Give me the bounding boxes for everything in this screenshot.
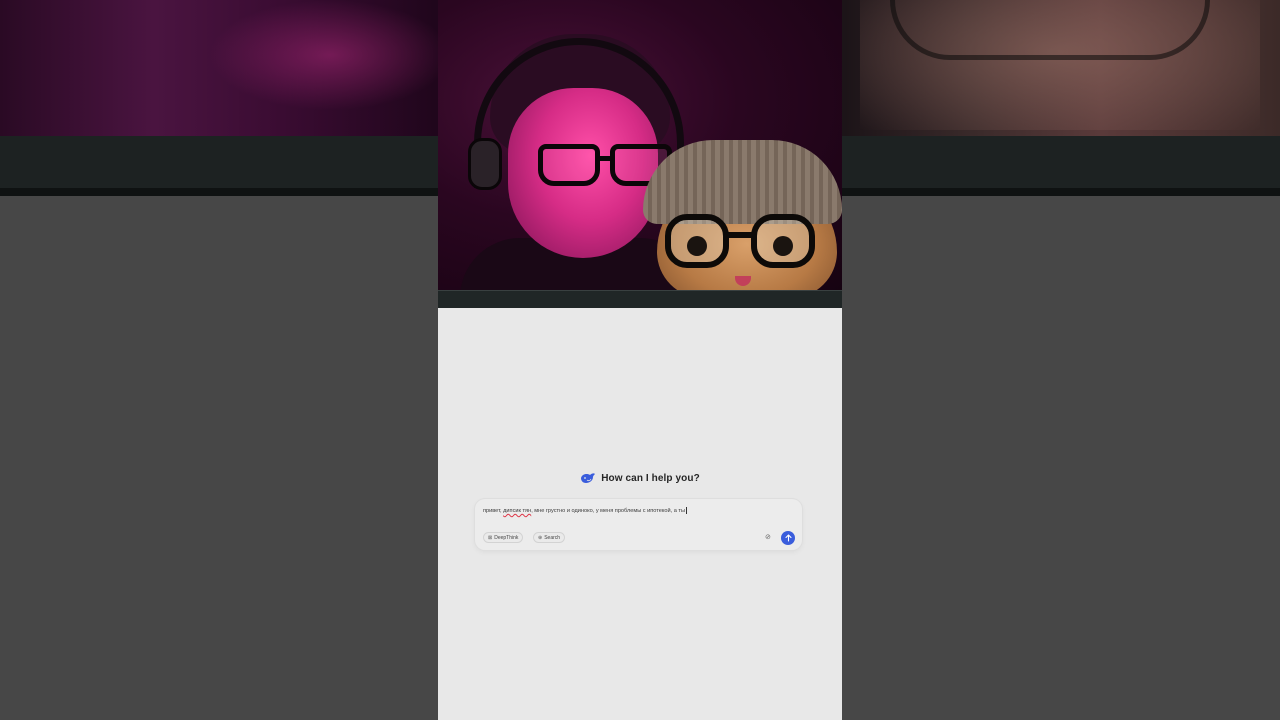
atom-icon: ⊠ <box>488 534 493 541</box>
headphone-cup <box>468 138 502 190</box>
paperclip-icon[interactable]: ⊘ <box>765 534 771 541</box>
blurred-person-glow <box>210 0 450 110</box>
cat-eye <box>773 236 793 256</box>
text-caret <box>686 507 687 515</box>
cat-with-glasses <box>643 140 842 298</box>
streamer-glasses-left <box>538 144 600 186</box>
blurred-glasses <box>890 0 1210 60</box>
globe-icon: ⊕ <box>538 534 543 541</box>
send-button[interactable] <box>781 531 795 545</box>
input-text-misspelled: дипсик тян <box>503 508 532 514</box>
greeting-text: How can I help you? <box>601 472 700 484</box>
input-text-end: , мне грустно и одиноко, у меня проблемы… <box>531 508 685 514</box>
streamer-glasses-bridge <box>598 156 612 161</box>
search-button[interactable]: ⊕ Search <box>533 532 566 543</box>
greeting: How can I help you? <box>438 472 842 484</box>
input-text-start: привет, <box>483 508 504 514</box>
message-composer[interactable]: привет, дипсик тян, мне грустно и одинок… <box>475 499 802 550</box>
cat-glasses-left <box>665 214 729 268</box>
webcam-bottom-bar <box>438 290 842 308</box>
deepseek-whale-icon <box>581 473 596 483</box>
deepthink-button[interactable]: ⊠ DeepThink <box>483 532 524 543</box>
arrow-up-icon <box>784 534 792 542</box>
search-label: Search <box>544 534 561 541</box>
deepseek-chat-page: How can I help you? привет, дипсик тян, … <box>438 308 842 720</box>
webcam-overlay <box>438 0 842 298</box>
deepthink-label: DeepThink <box>494 534 519 541</box>
cat-eye <box>687 236 707 256</box>
cat-glasses-right <box>751 214 815 268</box>
message-input[interactable]: привет, дипсик тян, мне грустно и одинок… <box>483 507 783 515</box>
cat-beanie <box>643 140 842 224</box>
cat-glasses-bridge <box>727 232 753 238</box>
video-frame: How can I help you? привет, дипсик тян, … <box>438 0 842 720</box>
